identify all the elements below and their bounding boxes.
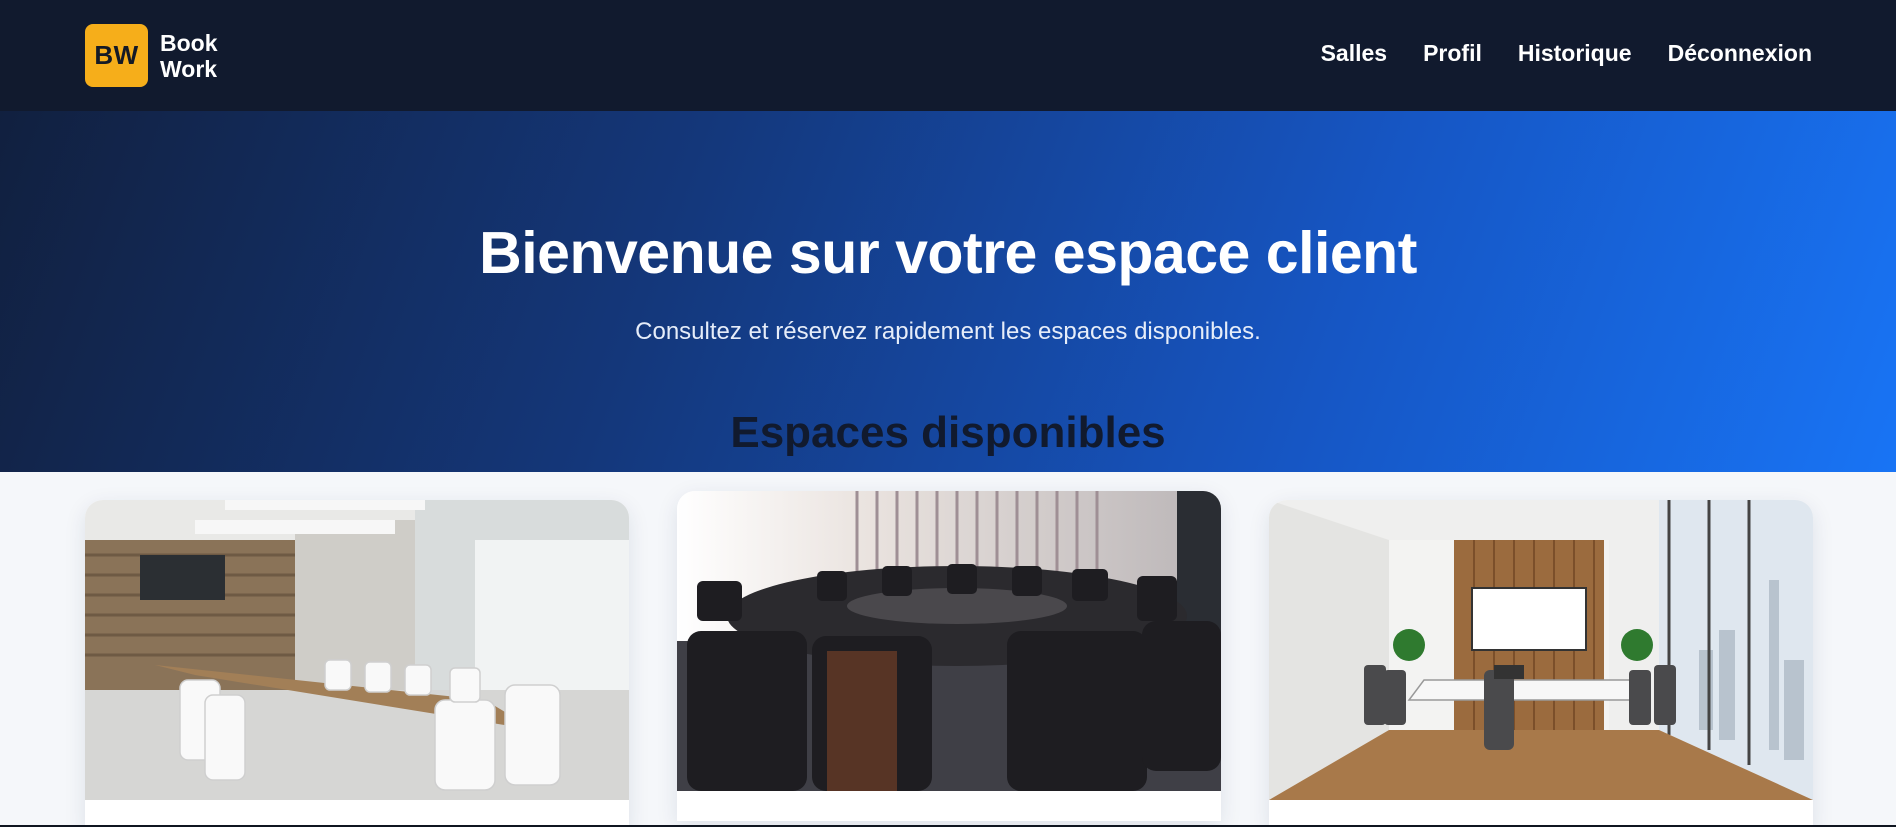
room-image-meeting-room-white-chairs bbox=[85, 500, 629, 800]
top-navbar: BW Book Work Salles Profil Historique Dé… bbox=[0, 0, 1896, 111]
brand-name-line1: Book bbox=[160, 29, 218, 56]
main-nav: Salles Profil Historique Déconnexion bbox=[1321, 40, 1812, 67]
room-card[interactable] bbox=[1269, 500, 1813, 827]
room-card[interactable] bbox=[85, 500, 629, 827]
room-card-body bbox=[85, 800, 629, 827]
hero-title: Bienvenue sur votre espace client bbox=[479, 220, 1417, 286]
room-card-body bbox=[1269, 800, 1813, 827]
room-image-round-table-black-chairs bbox=[677, 491, 1221, 791]
nav-link-salles[interactable]: Salles bbox=[1321, 40, 1388, 67]
brand-name-line2: Work bbox=[160, 55, 218, 82]
logo-badge: BW bbox=[85, 24, 148, 87]
brand[interactable]: BW Book Work bbox=[85, 24, 240, 87]
hero-subtitle: Consultez et réservez rapidement les esp… bbox=[635, 318, 1261, 345]
room-image-meeting-room-wood-wall-city-view bbox=[1269, 500, 1813, 800]
brand-name: Book Work bbox=[160, 30, 240, 82]
nav-link-historique[interactable]: Historique bbox=[1518, 40, 1632, 67]
room-card[interactable] bbox=[677, 491, 1221, 821]
section-title: Espaces disponibles bbox=[730, 408, 1166, 457]
nav-link-profil[interactable]: Profil bbox=[1423, 40, 1482, 67]
room-card-body bbox=[677, 791, 1221, 821]
nav-link-deconnexion[interactable]: Déconnexion bbox=[1668, 40, 1812, 67]
